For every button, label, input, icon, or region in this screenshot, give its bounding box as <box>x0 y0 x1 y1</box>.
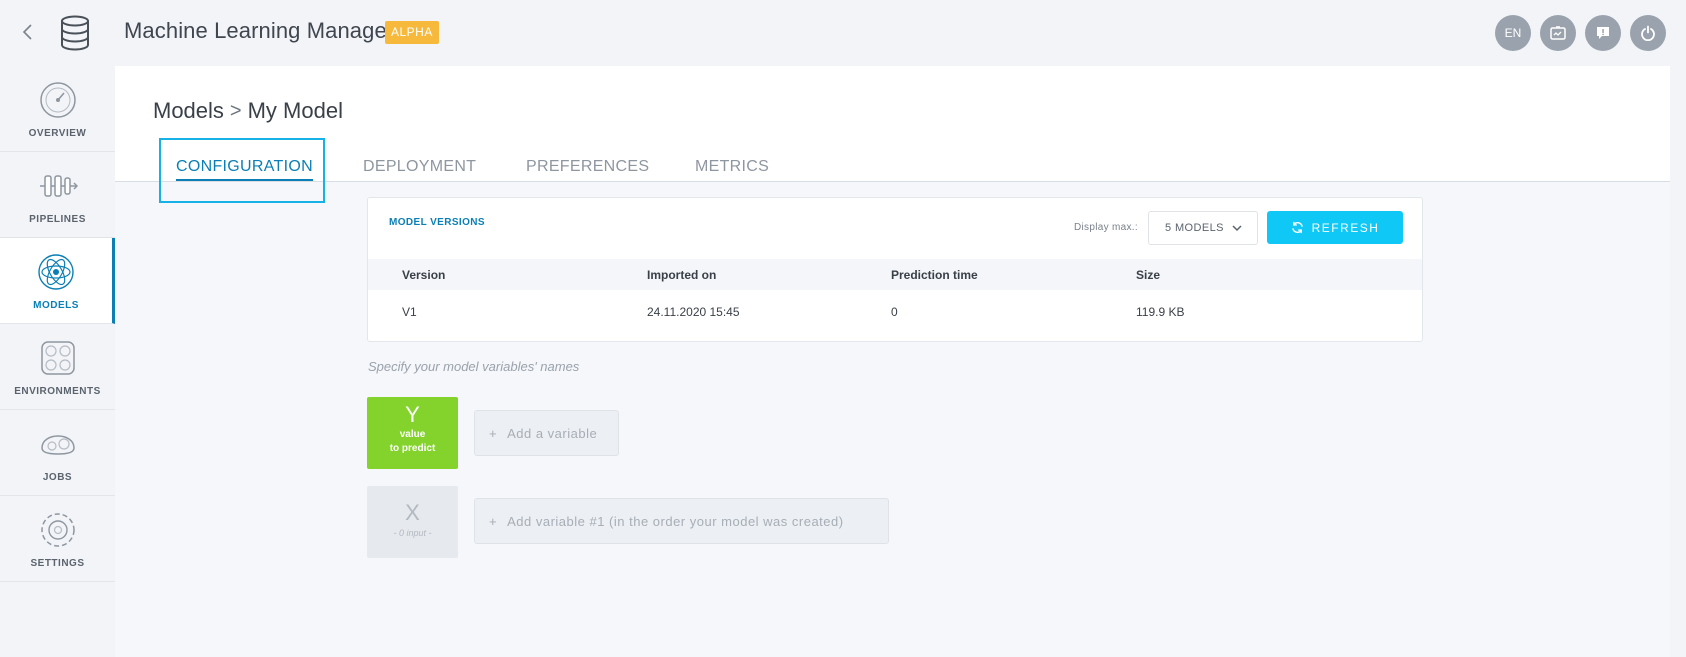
table-row[interactable]: V1 24.11.2020 15:45 0 119.9 KB <box>368 290 1422 334</box>
model-versions-card: MODEL VERSIONS Display max.: 5 MODELS RE… <box>367 197 1423 342</box>
top-bar: Machine Learning Manager ALPHA EN <box>0 0 1686 66</box>
y-variable-box: Y value to predict <box>367 397 458 469</box>
tab-metrics[interactable]: METRICS <box>695 158 769 176</box>
variables-hint: Specify your model variables' names <box>368 359 580 374</box>
tab-preferences[interactable]: PREFERENCES <box>526 158 649 176</box>
cell-version: V1 <box>402 305 417 319</box>
gauge-icon <box>39 82 76 118</box>
sidebar-item-label: JOBS <box>42 472 73 483</box>
add-y-variable-button[interactable]: + Add a variable <box>474 410 619 456</box>
sidebar-item-pipelines[interactable]: PIPELINES <box>0 152 115 238</box>
plus-icon: + <box>489 425 498 441</box>
sidebar-item-label: OVERVIEW <box>28 128 87 139</box>
cell-size: 119.9 KB <box>1136 305 1185 319</box>
top-actions: EN <box>1495 15 1666 51</box>
y-letter: Y <box>405 402 420 427</box>
breadcrumb: Models > My Model <box>153 98 343 124</box>
settings-icon <box>40 513 75 547</box>
add-x-variable-button[interactable]: + Add variable #1 (in the order your mod… <box>474 498 889 544</box>
x-letter: X <box>405 500 420 525</box>
app-title: Machine Learning Manager <box>124 18 395 43</box>
pipeline-icon <box>39 175 78 197</box>
cell-prediction-time: 0 <box>891 305 898 319</box>
column-header: Version <box>402 268 446 282</box>
display-max-label: Display max.: <box>1074 222 1138 233</box>
sidebar: OVERVIEW PIPELINES MODELS ENVIRONMENTS J… <box>0 66 115 584</box>
atom-icon <box>38 254 74 290</box>
sidebar-item-label: ENVIRONMENTS <box>14 386 101 397</box>
tab-deployment[interactable]: DEPLOYMENT <box>363 158 476 176</box>
card-title: MODEL VERSIONS <box>389 217 485 228</box>
y-caption-line2: to predict <box>389 443 436 454</box>
plus-icon: + <box>489 513 498 529</box>
add-x-variable-label: Add variable #1 (in the order your model… <box>507 513 844 529</box>
select-value: 5 MODELS <box>1165 222 1224 234</box>
column-header: Imported on <box>647 268 717 282</box>
page-header: Models > My Model CONFIGURATION DEPLOYME… <box>115 66 1670 182</box>
sidebar-item-label: MODELS <box>33 300 79 311</box>
sidebar-item-settings[interactable]: SETTINGS <box>0 496 115 582</box>
refresh-button[interactable]: REFRESH <box>1267 211 1403 244</box>
y-caption-line1: value <box>399 429 426 440</box>
tab-focus-highlight <box>159 138 325 203</box>
gears-icon <box>40 435 75 455</box>
sidebar-item-models[interactable]: MODELS <box>0 238 115 324</box>
power-icon <box>1641 25 1655 41</box>
chevron-right-icon: > <box>229 99 242 122</box>
sidebar-item-environments[interactable]: ENVIRONMENTS <box>0 324 115 410</box>
sidebar-item-label: SETTINGS <box>30 558 85 569</box>
sidebar-item-jobs[interactable]: JOBS <box>0 410 115 496</box>
environment-icon <box>40 341 75 375</box>
refresh-icon <box>1291 221 1303 234</box>
x-input-count: - 0 input - <box>393 528 432 538</box>
alpha-badge: ALPHA <box>385 21 439 44</box>
refresh-label: REFRESH <box>1311 220 1380 235</box>
x-variable-box: X - 0 input - <box>367 486 458 558</box>
chat-alert-icon <box>1597 27 1609 39</box>
dashboard-icon <box>1550 26 1566 40</box>
breadcrumb-current: My Model <box>247 98 343 123</box>
logout-button[interactable] <box>1630 15 1666 51</box>
column-header: Prediction time <box>891 268 978 282</box>
sidebar-item-overview[interactable]: OVERVIEW <box>0 66 115 152</box>
sidebar-item-label: PIPELINES <box>29 214 86 225</box>
cell-imported-on: 24.11.2020 15:45 <box>647 305 740 319</box>
column-header: Size <box>1136 268 1161 282</box>
table-header: Version Imported on Prediction time Size <box>368 259 1422 290</box>
database-icon <box>58 14 92 52</box>
back-icon[interactable] <box>18 20 36 44</box>
add-y-variable-label: Add a variable <box>507 425 598 441</box>
dashboard-button[interactable] <box>1540 15 1576 51</box>
breadcrumb-models-link[interactable]: Models <box>153 98 224 124</box>
main-panel: Models > My Model CONFIGURATION DEPLOYME… <box>115 66 1670 657</box>
feedback-button[interactable] <box>1585 15 1621 51</box>
display-max-select[interactable]: 5 MODELS <box>1148 211 1258 245</box>
chevron-down-icon <box>1232 225 1242 232</box>
language-button[interactable]: EN <box>1495 15 1531 51</box>
